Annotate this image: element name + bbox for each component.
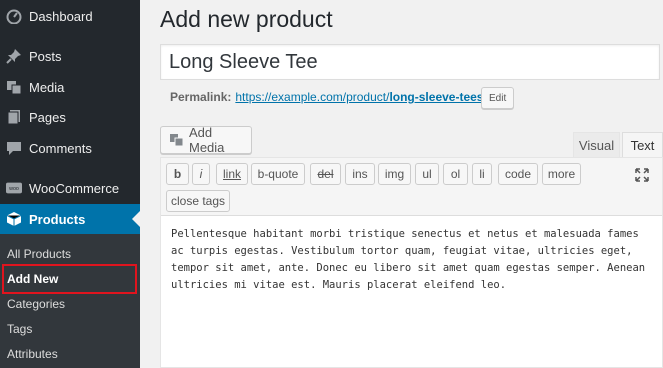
submenu-item-all-products[interactable]: All Products: [0, 241, 140, 266]
menu-item-products[interactable]: Products: [0, 204, 140, 234]
quicktag-bquote-button[interactable]: b-quote: [251, 163, 305, 185]
admin-sidebar: Dashboard Posts Media Pages Comments woo…: [0, 0, 140, 368]
menu-label: Media: [29, 79, 65, 95]
menu-item-dashboard[interactable]: Dashboard: [0, 1, 140, 31]
quicktag-img-button[interactable]: img: [378, 163, 411, 185]
add-new-highlight: [2, 264, 137, 294]
quicktag-del-button[interactable]: del: [310, 163, 341, 185]
permalink-row: Permalink: https://example.com/product/l…: [170, 90, 487, 104]
add-media-button[interactable]: Add Media: [160, 125, 252, 155]
tab-visual[interactable]: Visual: [573, 132, 620, 158]
svg-text:woo: woo: [9, 186, 19, 192]
submenu-item-tags[interactable]: Tags: [0, 316, 140, 341]
add-media-icon: [170, 133, 184, 147]
media-icon: [6, 79, 22, 95]
page-title: Add new product: [160, 6, 333, 32]
pin-icon: [6, 48, 22, 64]
menu-label: Pages: [29, 109, 66, 125]
comments-icon: [6, 140, 22, 156]
tab-text[interactable]: Text: [622, 132, 663, 158]
quicktag-bold-button[interactable]: b: [166, 163, 189, 185]
menu-item-posts[interactable]: Posts: [0, 41, 140, 71]
menu-item-comments[interactable]: Comments: [0, 133, 140, 163]
products-icon: [6, 211, 22, 227]
quicktag-ul-button[interactable]: ul: [415, 163, 439, 185]
quicktag-close-tags-button[interactable]: close tags: [166, 190, 230, 212]
quicktag-code-button[interactable]: code: [498, 163, 538, 185]
quicktag-li-button[interactable]: li: [472, 163, 492, 185]
permalink-slug: long-sleeve-tees: [389, 90, 484, 104]
menu-label: Comments: [29, 140, 92, 156]
quicktag-link-button[interactable]: link: [216, 163, 248, 185]
menu-label: Posts: [29, 48, 62, 64]
add-media-label: Add Media: [189, 125, 225, 155]
quicktag-ol-button[interactable]: ol: [443, 163, 468, 185]
quicktags-toolbar: b i link b-quote del ins img ul ol li co…: [161, 158, 662, 216]
pages-icon: [6, 109, 22, 125]
product-title-input[interactable]: [160, 44, 660, 80]
products-submenu: All Products Add New Categories Tags Att…: [0, 234, 140, 368]
dashboard-icon: [6, 8, 22, 24]
quicktag-ins-button[interactable]: ins: [345, 163, 375, 185]
permalink-base: https://example.com/product/: [235, 90, 390, 104]
submenu-item-categories[interactable]: Categories: [0, 291, 140, 316]
menu-item-woocommerce[interactable]: woo WooCommerce: [0, 173, 140, 203]
menu-label: Products: [29, 211, 86, 227]
quicktag-italic-button[interactable]: i: [192, 163, 210, 185]
menu-item-pages[interactable]: Pages: [0, 102, 140, 132]
menu-item-media[interactable]: Media: [0, 72, 140, 102]
menu-label: WooCommerce: [29, 180, 120, 196]
menu-label: Dashboard: [29, 8, 93, 24]
text-editor: b i link b-quote del ins img ul ol li co…: [160, 157, 663, 368]
woocommerce-icon: woo: [6, 180, 22, 196]
edit-permalink-button[interactable]: Edit: [481, 87, 515, 109]
quicktag-more-button[interactable]: more: [542, 163, 581, 185]
permalink-link[interactable]: https://example.com/product/long-sleeve-…: [235, 90, 486, 104]
permalink-label: Permalink:: [170, 90, 232, 104]
fullscreen-icon[interactable]: [633, 166, 651, 184]
submenu-item-attributes[interactable]: Attributes: [0, 341, 140, 366]
editor-content[interactable]: Pellentesque habitant morbi tristique se…: [171, 226, 656, 294]
